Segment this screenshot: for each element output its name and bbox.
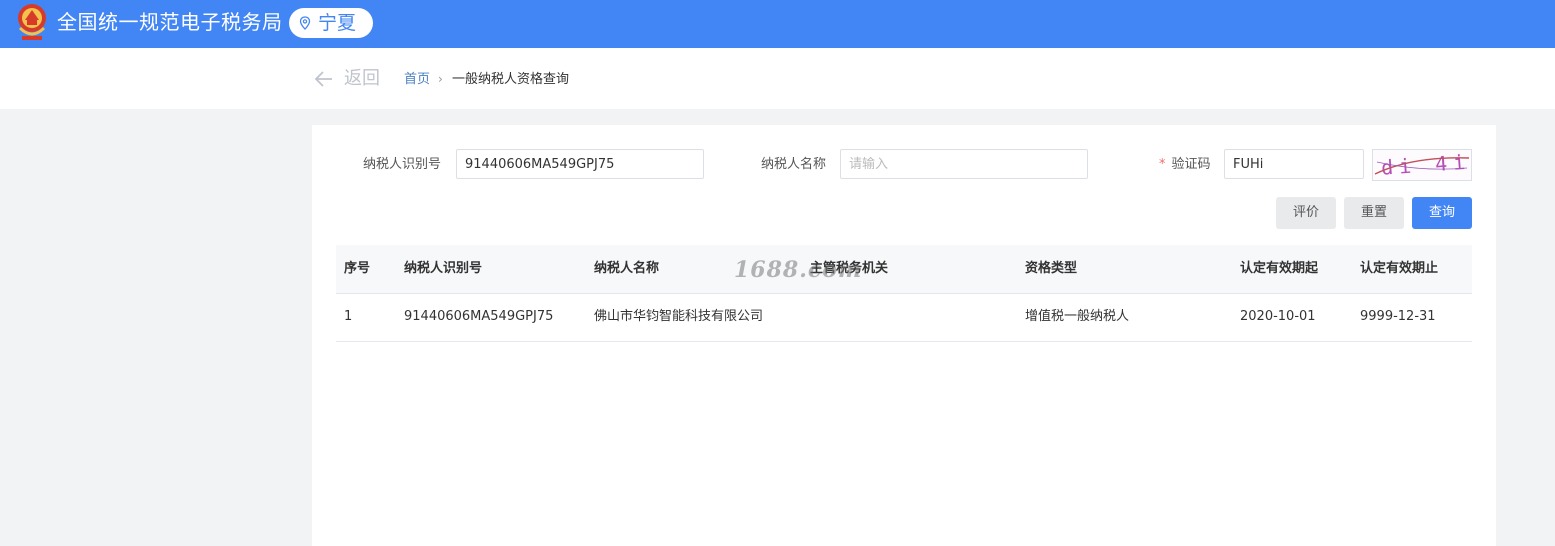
breadcrumb-separator: ›: [438, 72, 443, 86]
top-header: 全国统一规范电子税务局 宁夏: [0, 0, 1555, 48]
cell-valid-from: 2020-10-01: [1240, 309, 1316, 324]
breadcrumb-home-link[interactable]: 首页: [404, 70, 430, 90]
region-selector[interactable]: 宁夏: [289, 8, 373, 38]
column-header-valid-to: 认定有效期止: [1360, 261, 1439, 276]
arrow-left-icon: [314, 71, 332, 87]
back-label: 返回: [344, 68, 380, 89]
captcha-label: 验证码: [1171, 157, 1211, 172]
taxpayer-name-input[interactable]: [840, 149, 1088, 179]
location-pin-icon: [299, 16, 311, 30]
breadcrumb-bar: 返回 首页 › 一般纳税人资格查询: [0, 48, 1555, 109]
column-header-qualification-type: 资格类型: [1025, 261, 1078, 276]
watermark: 1688.com: [734, 257, 863, 283]
region-label: 宁夏: [318, 12, 357, 34]
taxpayer-id-input[interactable]: [456, 149, 704, 179]
captcha-input[interactable]: [1224, 149, 1364, 179]
column-header-valid-from: 认定有效期起: [1240, 261, 1319, 276]
query-button[interactable]: 查询: [1412, 197, 1472, 229]
taxpayer-name-label: 纳税人名称: [761, 157, 827, 172]
captcha-graphic: di 4i: [1373, 150, 1472, 180]
tax-emblem-icon: [18, 4, 46, 40]
table-header: 序号 纳税人识别号 纳税人名称 主管税务机关 资格类型 认定有效期起 认定有效期…: [336, 245, 1472, 294]
cell-index: 1: [344, 309, 353, 324]
cell-valid-to: 9999-12-31: [1360, 309, 1436, 324]
table-row: 1 91440606MA549GPJ75 佛山市华钧智能科技有限公司 增值税一般…: [336, 294, 1472, 342]
column-header-index: 序号: [344, 261, 371, 276]
reset-button[interactable]: 重置: [1344, 197, 1404, 229]
column-header-taxpayer-name: 纳税人名称: [594, 261, 660, 276]
taxpayer-id-label: 纳税人识别号: [363, 157, 442, 172]
cell-taxpayer-id: 91440606MA549GPJ75: [404, 309, 554, 324]
cell-qualification-type: 增值税一般纳税人: [1025, 309, 1130, 324]
column-header-taxpayer-id: 纳税人识别号: [404, 261, 483, 276]
required-mark: *: [1159, 157, 1166, 172]
cell-taxpayer-name: 佛山市华钧智能科技有限公司: [594, 309, 764, 324]
query-panel: 纳税人识别号 纳税人名称 * 验证码 di 4i 评价 重置 查询 序号 纳税人识…: [312, 125, 1496, 546]
evaluate-button[interactable]: 评价: [1276, 197, 1336, 229]
captcha-label-group: * 验证码: [1159, 155, 1211, 175]
site-title: 全国统一规范电子税务局: [57, 10, 283, 34]
captcha-image[interactable]: di 4i: [1372, 149, 1472, 181]
breadcrumb-current: 一般纳税人资格查询: [452, 72, 570, 87]
